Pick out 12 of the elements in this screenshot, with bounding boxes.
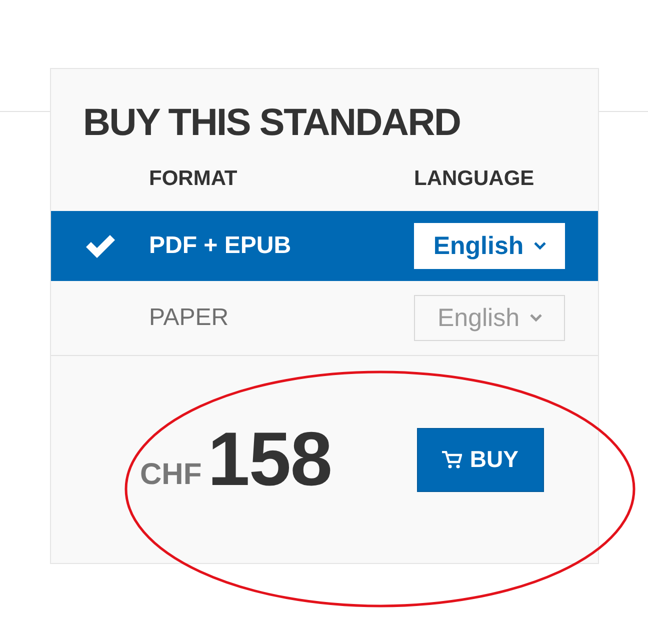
format-label[interactable]: PDF + EPUB (149, 232, 414, 260)
chevron-icon (534, 242, 546, 250)
format-label[interactable]: PAPER (149, 304, 414, 332)
card-title: BUY THIS STANDARD (82, 101, 462, 146)
column-header: LANGUAGE (414, 167, 536, 191)
chevron-icon (530, 314, 542, 322)
currency-label: CHF (140, 458, 202, 492)
buy-button[interactable]: BUY (416, 428, 544, 492)
column-header: FORMAT (149, 167, 238, 191)
cart-icon (442, 450, 462, 468)
price-amount: 158 (208, 416, 332, 503)
language-dropdown[interactable]: English (414, 223, 565, 269)
